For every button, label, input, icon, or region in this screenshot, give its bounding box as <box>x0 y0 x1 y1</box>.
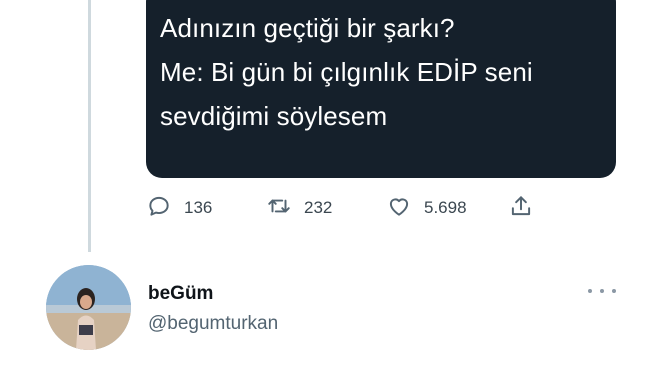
reply-count: 136 <box>184 198 213 217</box>
share-icon <box>508 193 534 224</box>
reply-button[interactable]: 136 <box>146 193 212 223</box>
thread-connector-line <box>88 0 91 252</box>
more-dot <box>588 289 592 293</box>
quote-line-2: Me: Bi gün bi çılgınlık EDİP seni <box>160 57 533 87</box>
tweet-action-bar: 136 232 5.698 <box>146 193 566 223</box>
more-dot <box>612 289 616 293</box>
reply-icon <box>146 193 172 224</box>
more-options-button[interactable] <box>588 283 616 299</box>
retweet-button[interactable]: 232 <box>266 193 332 223</box>
display-name[interactable]: beGüm <box>148 283 213 305</box>
like-count: 5.698 <box>424 198 467 217</box>
retweet-icon <box>266 193 292 224</box>
more-dot <box>600 289 604 293</box>
quote-line-1: Adınızın geçtiği bir şarkı? <box>160 13 455 43</box>
share-button[interactable] <box>508 193 534 223</box>
like-button[interactable]: 5.698 <box>386 193 467 223</box>
retweet-count: 232 <box>304 198 333 217</box>
heart-icon <box>386 193 412 224</box>
quoted-tweet-card[interactable]: Adınızın geçtiği bir şarkı? Me: Bi gün b… <box>146 0 616 178</box>
quote-line-3: sevdiğimi söylesem <box>160 101 388 131</box>
user-handle[interactable]: @begumturkan <box>148 313 278 335</box>
avatar[interactable] <box>46 265 131 350</box>
